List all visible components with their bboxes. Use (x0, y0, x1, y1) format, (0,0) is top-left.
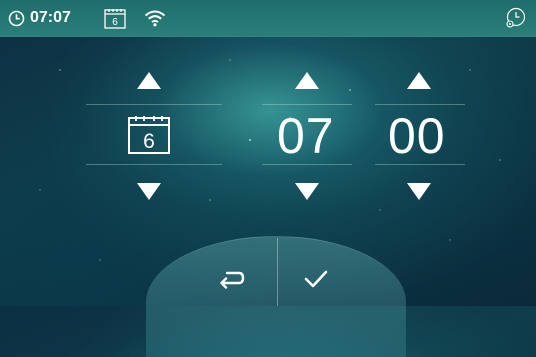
hour-value[interactable]: 07 (277, 111, 335, 161)
status-calendar-day: 6 (112, 17, 118, 28)
calendar-icon: 6 (104, 8, 126, 29)
minute-down-arrow[interactable] (407, 183, 431, 200)
hour-divider-top (262, 104, 352, 105)
minute-up-arrow[interactable] (407, 72, 431, 89)
day-divider-bottom (86, 164, 222, 165)
back-button[interactable] (212, 262, 252, 296)
wifi-icon (144, 10, 166, 27)
day-down-arrow[interactable] (137, 183, 161, 200)
calendar-icon: 6 (128, 116, 170, 154)
clock-settings-icon (506, 7, 526, 28)
checkmark-icon (304, 270, 328, 288)
minute-divider-top (375, 104, 465, 105)
minute-divider-bottom (375, 164, 465, 165)
minute-value[interactable]: 00 (388, 111, 446, 161)
hour-divider-bottom (262, 164, 352, 165)
status-time-text: 07:07 (30, 9, 71, 26)
action-dock-divider (277, 238, 278, 306)
hour-up-arrow[interactable] (295, 72, 319, 89)
status-bar: 07:07 6 (0, 0, 536, 37)
action-dock (146, 236, 406, 357)
day-value: 6 (143, 130, 155, 153)
hour-down-arrow[interactable] (295, 183, 319, 200)
confirm-button[interactable] (296, 262, 336, 296)
day-divider-top (86, 104, 222, 105)
status-calendar: 6 (104, 0, 126, 36)
clock-settings-button[interactable] (505, 0, 527, 36)
return-icon (220, 271, 245, 289)
status-time: 07:07 (8, 0, 71, 36)
clock-icon (8, 10, 25, 26)
status-wifi (144, 0, 166, 36)
day-up-arrow[interactable] (137, 72, 161, 89)
